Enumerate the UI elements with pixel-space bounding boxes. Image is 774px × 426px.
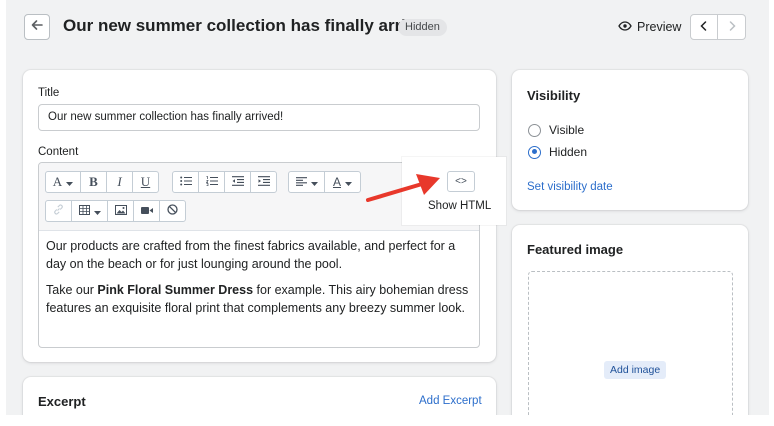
insert-video-button[interactable]: [133, 200, 160, 222]
page-title: Our new summer collection has finally ar…: [63, 16, 441, 35]
radio-button[interactable]: [528, 123, 541, 137]
add-image-button[interactable]: Add image: [604, 361, 667, 379]
table-icon: [78, 204, 90, 218]
hidden-option[interactable]: Hidden: [528, 145, 587, 159]
bold-button[interactable]: B: [80, 171, 107, 193]
underline-button[interactable]: U: [132, 171, 159, 193]
bullet-list-icon: [179, 175, 192, 189]
status-badge: Hidden: [398, 19, 447, 36]
caret-down-icon: [310, 175, 318, 189]
outdent-button[interactable]: [224, 171, 251, 193]
font-dropdown[interactable]: A: [45, 171, 81, 193]
italic-button[interactable]: I: [106, 171, 133, 193]
text-color-glyph: A: [332, 175, 341, 189]
add-excerpt-link[interactable]: Add Excerpt: [419, 395, 482, 407]
featured-image-title: Featured image: [527, 242, 624, 257]
font-glyph: A: [52, 174, 63, 189]
arrow-left-icon: [30, 18, 44, 37]
link-icon: [53, 204, 64, 218]
link-button[interactable]: [45, 200, 72, 222]
chevron-left-icon: [700, 18, 708, 36]
align-dropdown[interactable]: [288, 171, 325, 193]
clear-formatting-button[interactable]: [159, 200, 186, 222]
show-html-button[interactable]: <>: [447, 171, 475, 192]
radio-label: Visible: [549, 123, 585, 137]
image-icon: [114, 204, 127, 218]
chevron-right-icon: [728, 18, 736, 36]
radio-button[interactable]: [528, 145, 541, 159]
eye-icon: [618, 20, 632, 34]
block-icon: [167, 204, 178, 218]
content-paragraph: Our products are crafted from the finest…: [46, 239, 456, 271]
align-left-icon: [295, 175, 307, 189]
numbered-list-button[interactable]: [198, 171, 225, 193]
title-label: Title: [38, 87, 60, 99]
insert-image-button[interactable]: [107, 200, 134, 222]
preview-label: Preview: [637, 20, 682, 34]
radio-label: Hidden: [549, 145, 588, 159]
caret-down-icon: [93, 204, 101, 218]
next-button[interactable]: [718, 14, 746, 40]
image-dropzone[interactable]: [528, 271, 733, 415]
visibility-title: Visibility: [527, 88, 581, 103]
app-shell: Our new summer collection has finally ar…: [6, 0, 769, 415]
set-visibility-date-link[interactable]: Set visibility date: [527, 181, 613, 193]
indent-icon: [257, 175, 270, 189]
text-color-dropdown[interactable]: A: [324, 171, 361, 193]
previous-button[interactable]: [690, 14, 718, 40]
back-button[interactable]: [24, 14, 50, 40]
video-icon: [140, 204, 153, 218]
indent-button[interactable]: [250, 171, 277, 193]
pagination: [690, 14, 746, 40]
annotation-arrow-icon: [366, 174, 440, 202]
content-label: Content: [38, 146, 79, 158]
preview-button[interactable]: Preview: [618, 20, 681, 34]
numbered-list-icon: [205, 175, 218, 189]
title-input[interactable]: Our new summer collection has finally ar…: [38, 104, 480, 131]
table-dropdown[interactable]: [71, 200, 108, 222]
visible-option[interactable]: Visible: [528, 123, 584, 137]
excerpt-title: Excerpt: [38, 394, 86, 409]
product-name: Pink Floral Summer Dress: [97, 283, 254, 297]
bullet-list-button[interactable]: [172, 171, 199, 193]
editor-content[interactable]: Our products are crafted from the finest…: [46, 237, 476, 325]
caret-down-icon: [345, 175, 352, 189]
content-paragraph: Take our Pink Floral Summer Dress for ex…: [46, 281, 476, 317]
outdent-icon: [231, 175, 244, 189]
paragraph-text: Take our: [46, 283, 98, 297]
caret-down-icon: [66, 175, 74, 189]
